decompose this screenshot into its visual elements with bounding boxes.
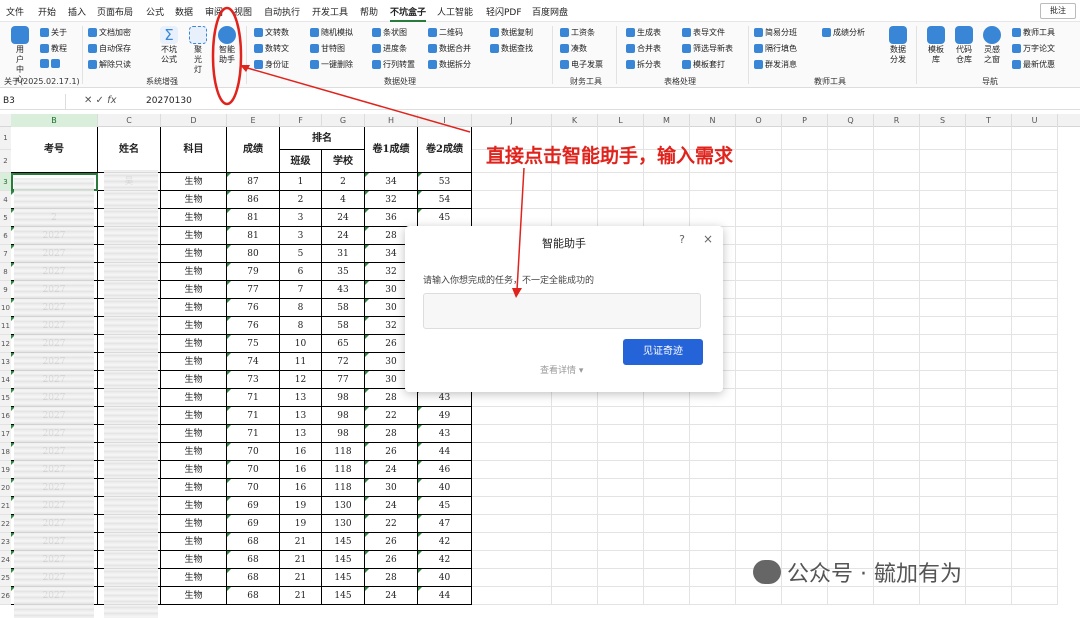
arrow-head-2 xyxy=(512,288,522,298)
wechat-icon xyxy=(753,560,781,584)
arrow-line xyxy=(243,66,471,133)
annotation-overlay xyxy=(211,6,525,298)
watermark-text: 公众号 · 毓加有为 xyxy=(787,562,962,587)
highlight-circle xyxy=(211,6,243,106)
watermark: 公众号 · 毓加有为 xyxy=(753,556,962,588)
arrow-line-2 xyxy=(516,167,525,291)
annotation-text: 直接点击智能助手，输入需求 xyxy=(486,145,734,167)
